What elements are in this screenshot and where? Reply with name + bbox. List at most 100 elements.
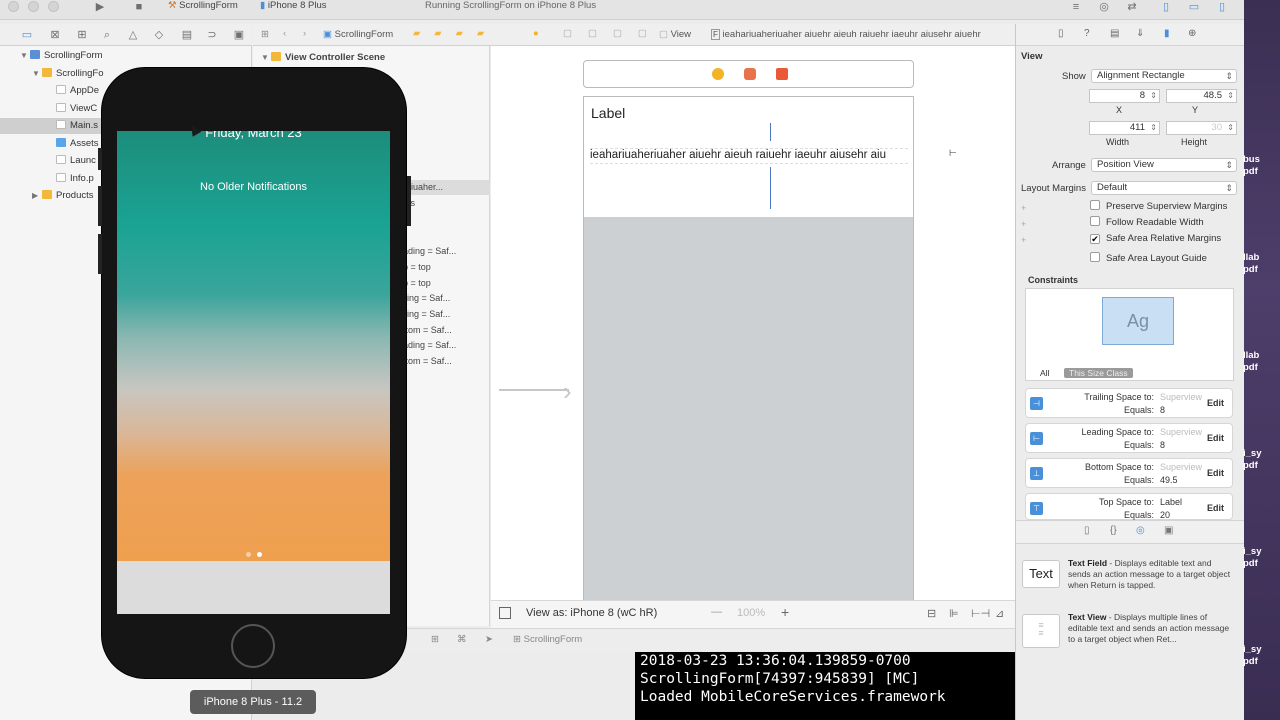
find-navigator-icon[interactable]: ⌕ (100, 28, 114, 42)
resolve-issues-icon[interactable]: ⊿ (995, 607, 1004, 620)
resize-handle-icon[interactable]: ⊢ (949, 148, 957, 159)
content-placeholder[interactable] (584, 217, 913, 600)
debug-navigator-icon[interactable]: ▤ (180, 28, 194, 42)
volume-up-button[interactable] (98, 186, 102, 226)
zoom-out-icon[interactable]: — (711, 606, 722, 618)
first-responder-icon[interactable] (744, 68, 756, 80)
object-library-icon[interactable]: ◎ (1136, 525, 1145, 536)
view-controller-icon[interactable] (712, 68, 724, 80)
inspector-toggle-icon[interactable]: ▯ (1214, 0, 1230, 14)
desktop-file-label[interactable]: llab pdf (1243, 252, 1259, 276)
outline-row[interactable]: ading = Saf... (403, 244, 456, 259)
power-button[interactable] (407, 176, 411, 226)
outline-row[interactable]: iling = Saf... (403, 307, 450, 322)
interface-builder-canvas[interactable]: Label ieahariuaheriuaher aiuehr aieuh ra… (491, 46, 1015, 600)
file-inspector-icon[interactable]: ▯ (1058, 28, 1064, 39)
show-popup[interactable]: Alignment Rectangle (1091, 69, 1237, 83)
project-navigator-icon[interactable]: ▭ (20, 28, 34, 42)
run-icon[interactable]: ▶ (92, 0, 108, 14)
memory-graph-icon[interactable]: ⌘ (457, 634, 467, 645)
zoom-window-button[interactable] (48, 1, 59, 12)
outline-row[interactable]: iling = Saf... (403, 291, 450, 306)
code-snippet-icon[interactable]: {} (1110, 525, 1117, 536)
outline-row[interactable]: p = top (403, 260, 431, 275)
constraint-trailing[interactable]: ⊣ Trailing Space to: Superview Equals: 8… (1025, 388, 1233, 418)
back-icon[interactable]: ‹ (283, 28, 286, 39)
symbol-navigator-icon[interactable]: ⊞ (75, 28, 89, 42)
scheme-selector[interactable]: ⚒ ScrollingForm (168, 0, 238, 12)
desktop-file-label[interactable]: bus pdf (1243, 154, 1260, 178)
close-window-button[interactable] (8, 1, 19, 12)
test-navigator-icon[interactable]: ◇ (152, 28, 166, 42)
desktop-file-label[interactable]: i_sy pdf (1243, 546, 1262, 570)
stack-icon[interactable]: ⊟ (927, 607, 936, 620)
all-size-classes-tab[interactable]: All (1040, 368, 1049, 378)
view-hierarchy-icon[interactable]: ⊞ (431, 634, 439, 645)
help-inspector-icon[interactable]: ? (1084, 28, 1090, 39)
scene-dock[interactable] (583, 60, 914, 88)
jump-crumb-label[interactable]: F ieahariuaheriuaher aiuehr aieuh raiueh… (711, 29, 1011, 40)
jump-crumb-view[interactable]: ▢ View (659, 29, 691, 40)
device-selector[interactable]: ▮ iPhone 8 Plus (260, 0, 327, 12)
identity-inspector-icon[interactable]: ▤ (1110, 28, 1119, 39)
constraint-leading[interactable]: ⊢ Leading Space to: Superview Equals: 8 … (1025, 423, 1233, 453)
safe-area-guide-checkbox[interactable]: Safe Area Layout Guide (1090, 252, 1207, 266)
height-field[interactable]: 30 (1166, 121, 1237, 135)
file-template-icon[interactable]: ▯ (1084, 525, 1090, 536)
variation-plus-icons[interactable]: + + + (1021, 200, 1026, 248)
forward-icon[interactable]: › (303, 28, 306, 39)
attributes-inspector-icon[interactable]: ⇓ (1136, 28, 1144, 39)
issue-navigator-icon[interactable]: △ (126, 28, 140, 42)
size-inspector-icon[interactable]: ▮ (1164, 28, 1170, 39)
debug-target[interactable]: ⊞ ScrollingForm (513, 634, 582, 645)
y-field[interactable]: 48.5 (1166, 89, 1237, 103)
debug-console[interactable]: 2018-03-23 13:36:04.139859-0700 Scrolling… (635, 652, 1015, 720)
arrange-popup[interactable]: Position View (1091, 158, 1237, 172)
constraint-edit-button[interactable]: Edit (1207, 433, 1224, 443)
exit-icon[interactable] (776, 68, 788, 80)
outline-scene[interactable]: ▼ View Controller Scene (261, 52, 385, 63)
this-size-class-tab[interactable]: This Size Class (1064, 368, 1133, 378)
label-element[interactable]: Label (591, 105, 625, 121)
constraint-edit-button[interactable]: Edit (1207, 503, 1224, 513)
outline-row[interactable]: ttom = Saf... (403, 323, 452, 338)
zoom-in-icon[interactable]: + (781, 604, 789, 620)
debug-toggle-icon[interactable]: ▭ (1186, 0, 1202, 14)
assistant-editor-icon[interactable]: ◎ (1096, 0, 1112, 14)
volume-down-button[interactable] (98, 234, 102, 274)
breakpoint-navigator-icon[interactable]: ⊃ (205, 28, 219, 42)
preserve-margins-checkbox[interactable]: Preserve Superview Margins (1090, 200, 1227, 214)
x-field[interactable]: 8 (1089, 89, 1160, 103)
text-label-element[interactable]: ieahariuaheriuaher aiuehr aieuh raiuehr … (590, 148, 908, 164)
outline-row[interactable]: ttom = Saf... (403, 354, 452, 369)
source-control-icon[interactable]: ⊠ (48, 28, 62, 42)
minimize-window-button[interactable] (28, 1, 39, 12)
constraints-preview[interactable]: Ag All This Size Class (1025, 288, 1234, 381)
related-items-icon[interactable]: ⊞ (261, 29, 269, 40)
version-editor-icon[interactable]: ⇄ (1124, 0, 1140, 14)
stop-icon[interactable]: ■ (131, 0, 147, 14)
constraint-bottom[interactable]: ⊥ Bottom Space to: Superview Equals: 49.… (1025, 458, 1233, 488)
media-library-icon[interactable]: ▣ (1164, 525, 1173, 536)
home-button[interactable] (231, 624, 275, 668)
outline-row[interactable]: ading = Saf... (403, 338, 456, 353)
library-item-text-view[interactable]: ≡ ≡ Text View - Displays multiple lines o… (1020, 612, 1240, 656)
constraint-edit-button[interactable]: Edit (1207, 398, 1224, 408)
constraint-top[interactable]: ⊤ Top Space to: Label Equals: 20 Edit (1025, 493, 1233, 520)
desktop-file-label[interactable]: i_sy pdf (1243, 448, 1262, 472)
desktop-file-label[interactable]: llab pdf (1243, 350, 1259, 374)
outline-row[interactable]: eriuaher... (403, 180, 490, 195)
navigator-toggle-icon[interactable]: ▯ (1158, 0, 1174, 14)
navigator-item-project[interactable]: ▼ ScrollingForm (0, 48, 252, 64)
desktop-file-label[interactable]: i_sy pdf (1243, 644, 1262, 668)
outline-toggle-icon[interactable] (499, 607, 511, 619)
align-icon[interactable]: ⊫ (949, 607, 959, 620)
constraint-edit-button[interactable]: Edit (1207, 468, 1224, 478)
outline-row[interactable]: p = top (403, 276, 431, 291)
view-controller-view[interactable]: Label ieahariuaheriuaher aiuehr aieuh ra… (583, 96, 914, 600)
readable-width-checkbox[interactable]: Follow Readable Width (1090, 216, 1204, 230)
library-item-text-field[interactable]: Text Text Field - Displays editable text… (1020, 558, 1240, 602)
width-field[interactable]: 411 (1089, 121, 1160, 135)
jump-crumb-project[interactable]: ▣ ScrollingForm (323, 29, 393, 40)
view-as-selector[interactable]: View as: iPhone 8 (wC hR) (526, 607, 657, 619)
